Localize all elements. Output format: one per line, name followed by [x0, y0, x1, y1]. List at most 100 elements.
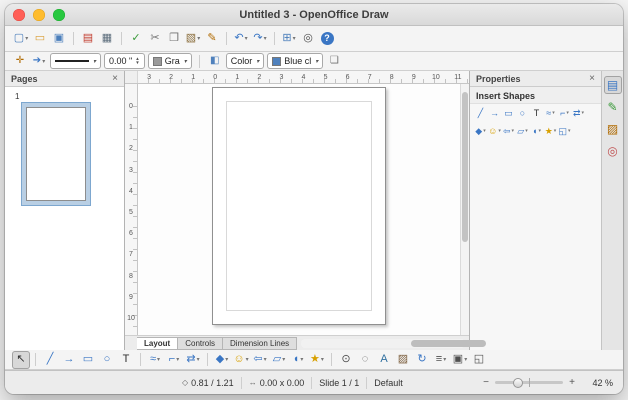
layer-tab[interactable]: Controls — [178, 336, 224, 350]
chevron-down-icon[interactable]: ▾ — [293, 35, 296, 42]
3d-objects-icon[interactable]: ◱ ▾ — [558, 124, 571, 138]
chevron-down-icon[interactable]: ▾ — [93, 58, 96, 65]
help-icon[interactable]: ? — [318, 30, 336, 48]
vertical-ruler[interactable]: 0 1 2 3 4 5 6 7 8 9 10 — [125, 84, 138, 335]
layer-tab[interactable]: Layout — [137, 336, 179, 350]
chevron-down-icon[interactable]: ▾ — [321, 356, 324, 363]
zoom-in-button[interactable]: + — [567, 377, 577, 388]
align-icon[interactable]: ≡ ▾ — [432, 351, 450, 369]
chevron-down-icon[interactable]: ▾ — [568, 128, 571, 134]
spinner-buttons[interactable]: ▲ ▼ — [135, 56, 139, 65]
chevron-down-icon[interactable]: ▾ — [246, 356, 249, 363]
chevron-down-icon[interactable]: ▾ — [512, 128, 515, 134]
horizontal-scrollbar-thumb[interactable] — [411, 339, 487, 347]
chevron-down-icon[interactable]: ▾ — [282, 356, 285, 363]
layer-tab[interactable]: Dimension Lines — [223, 336, 298, 350]
line-width-spinner[interactable]: 0.00 " ▲ ▼ — [104, 53, 145, 69]
format-paintbrush-icon[interactable]: ✎ — [203, 30, 221, 48]
lines-arrows-icon[interactable]: ⇄ ▾ — [184, 351, 202, 369]
arrange-icon[interactable]: ▣ ▾ — [451, 351, 469, 369]
print-icon[interactable]: ▦ — [98, 30, 116, 48]
edit-points-icon[interactable]: ⊙ — [337, 351, 355, 369]
text-box-icon[interactable]: T — [530, 106, 543, 120]
callouts-icon[interactable]: ◖ ▾ — [289, 351, 307, 369]
chevron-down-icon[interactable]: ▾ — [184, 58, 187, 65]
fontwork-icon[interactable]: A — [375, 351, 393, 369]
copy-icon[interactable]: ❐ — [165, 30, 183, 48]
zoom-window-button[interactable] — [53, 8, 65, 21]
chevron-down-icon[interactable]: ▾ — [552, 110, 555, 116]
arrow-icon[interactable]: → — [488, 106, 501, 120]
horizontal-scrollbar[interactable] — [301, 338, 487, 348]
line-icon[interactable]: ╱ — [41, 351, 59, 369]
chevron-down-icon[interactable]: ▾ — [582, 110, 585, 116]
export-pdf-icon[interactable]: ▤ — [79, 30, 97, 48]
minimize-button[interactable] — [33, 8, 45, 21]
line-color-select[interactable]: Gra ▾ — [147, 53, 192, 69]
rotate-icon[interactable]: ↻ — [413, 351, 431, 369]
close-pages-panel-button[interactable]: × — [112, 73, 118, 84]
chevron-down-icon[interactable]: ▾ — [197, 356, 200, 363]
drawing-page[interactable] — [212, 87, 386, 325]
insert-table-icon[interactable]: ⊞ ▾ — [280, 30, 298, 48]
save-icon[interactable]: ▣ — [50, 30, 68, 48]
zoom-slider[interactable] — [495, 377, 563, 388]
open-icon[interactable]: ▭ — [31, 30, 49, 48]
flowchart-icon[interactable]: ▱ ▾ — [270, 351, 288, 369]
chevron-down-icon[interactable]: ▾ — [538, 128, 541, 134]
rectangle-icon[interactable]: ▭ — [79, 351, 97, 369]
chevron-down-icon[interactable]: ▾ — [566, 110, 569, 116]
page-thumbnail[interactable] — [21, 102, 91, 206]
spelling-icon[interactable]: ✓ — [127, 30, 145, 48]
spin-down-icon[interactable]: ▼ — [135, 60, 139, 65]
block-arrows-icon[interactable]: ⇦ ▾ — [502, 124, 515, 138]
curve-icon[interactable]: ≈ ▾ — [544, 106, 557, 120]
connector-icon[interactable]: ⌐ ▾ — [558, 106, 571, 120]
extrusion-icon[interactable]: ◱ — [470, 351, 488, 369]
callouts-icon[interactable]: ◖ ▾ — [530, 124, 543, 138]
basic-shapes-icon[interactable]: ◆ ▾ — [474, 124, 487, 138]
zoom-icon[interactable]: ◎ — [299, 30, 317, 48]
vertical-scrollbar[interactable] — [460, 84, 469, 335]
basic-shapes-icon[interactable]: ◆ ▾ — [213, 351, 231, 369]
zoom-level[interactable]: 42 % — [581, 378, 613, 388]
chevron-down-icon[interactable]: ▾ — [225, 356, 228, 363]
chevron-down-icon[interactable]: ▾ — [197, 35, 200, 42]
styles-deck-icon[interactable]: ✎ — [604, 98, 622, 116]
chevron-down-icon[interactable]: ▾ — [554, 128, 557, 134]
chevron-down-icon[interactable]: ▾ — [315, 58, 318, 65]
chevron-down-icon[interactable]: ▾ — [483, 128, 486, 134]
block-arrows-icon[interactable]: ⇦ ▾ — [251, 351, 269, 369]
chevron-down-icon[interactable]: ▾ — [498, 128, 501, 134]
symbol-shapes-icon[interactable]: ☺ ▾ — [488, 124, 501, 138]
redo-icon[interactable]: ↷ ▾ — [251, 30, 269, 48]
navigator-deck-icon[interactable]: ◎ — [604, 142, 622, 160]
drawing-canvas[interactable] — [138, 84, 460, 335]
close-properties-panel-button[interactable]: × — [589, 73, 595, 84]
symbol-shapes-icon[interactable]: ☺ ▾ — [232, 351, 250, 369]
cut-icon[interactable]: ✂ — [146, 30, 164, 48]
stars-icon[interactable]: ★ ▾ — [544, 124, 557, 138]
new-document-icon[interactable]: ▢ ▾ — [12, 30, 30, 48]
chevron-down-icon[interactable]: ▾ — [157, 356, 160, 363]
undo-icon[interactable]: ↶ ▾ — [232, 30, 250, 48]
horizontal-ruler[interactable]: 3 2 1 0 1 2 3 4 5 6 7 8 9 10 11 — [125, 71, 469, 84]
chevron-down-icon[interactable]: ▾ — [176, 356, 179, 363]
glue-points-icon[interactable]: ◌ — [356, 351, 374, 369]
area-style-select[interactable]: Color ▾ — [225, 53, 265, 69]
chevron-down-icon[interactable]: ▾ — [264, 356, 267, 363]
ellipse-icon[interactable]: ○ — [98, 351, 116, 369]
paste-icon[interactable]: ▧ ▾ — [184, 30, 202, 48]
chevron-down-icon[interactable]: ▾ — [300, 356, 303, 363]
chevron-down-icon[interactable]: ▾ — [42, 58, 45, 65]
chevron-down-icon[interactable]: ▾ — [525, 128, 528, 134]
lines-arrows-icon[interactable]: ⇄ ▾ — [572, 106, 585, 120]
title-bar[interactable]: Untitled 3 - OpenOffice Draw — [5, 4, 623, 26]
select-icon[interactable]: ↖ — [12, 350, 30, 369]
ellipse-icon[interactable]: ○ — [516, 106, 529, 120]
line-icon[interactable]: ╱ — [474, 106, 487, 120]
properties-deck-icon[interactable]: ▤ — [603, 76, 622, 94]
curve-icon[interactable]: ≈ ▾ — [146, 351, 164, 369]
gallery-deck-icon[interactable]: ▨ — [604, 120, 622, 138]
chevron-down-icon[interactable]: ▾ — [464, 356, 467, 363]
